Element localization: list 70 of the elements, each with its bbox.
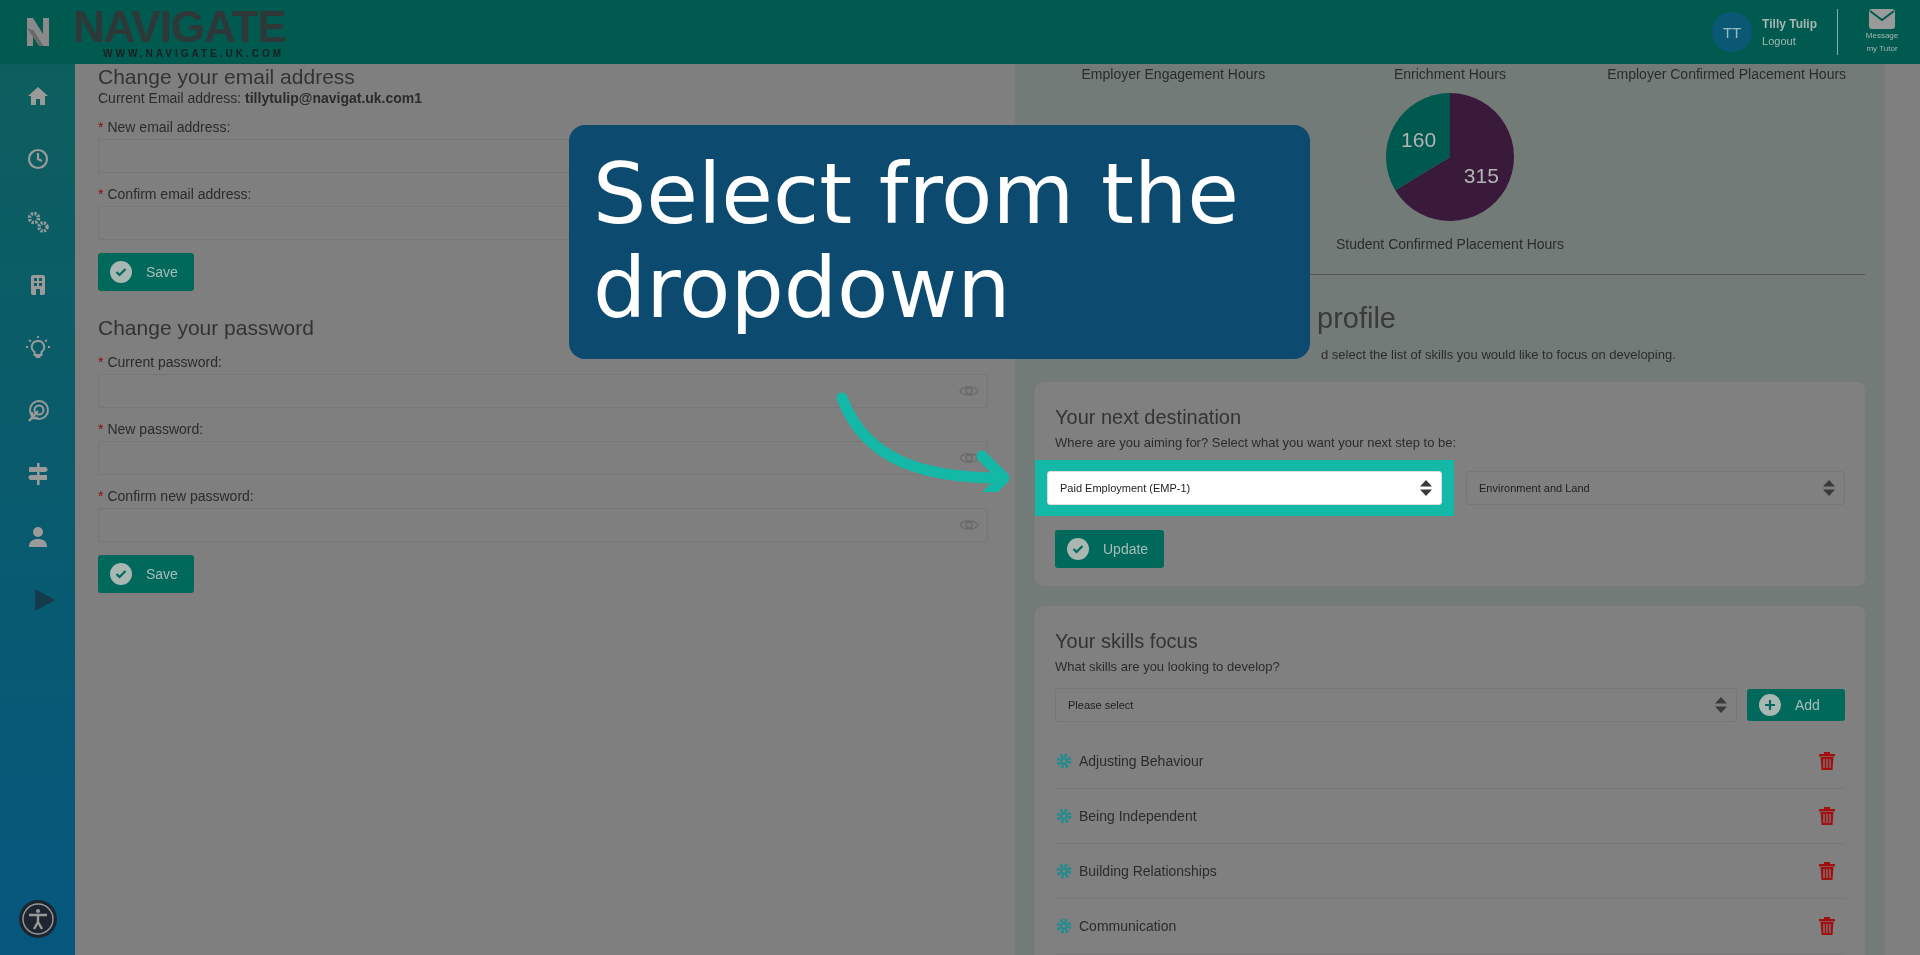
eye-icon[interactable] bbox=[959, 451, 979, 465]
play-icon[interactable] bbox=[34, 589, 55, 611]
chart-title: Enrichment Hours bbox=[1392, 66, 1507, 82]
slice-value: 160 bbox=[1401, 128, 1437, 152]
gear-icon bbox=[1055, 752, 1073, 770]
accessibility-icon[interactable] bbox=[17, 899, 58, 939]
required-mark: * bbox=[98, 421, 104, 437]
add-button[interactable]: Add bbox=[1747, 689, 1845, 721]
trash-icon[interactable] bbox=[1819, 862, 1835, 880]
skill-name: Adjusting Behaviour bbox=[1079, 753, 1205, 769]
lightbulb-icon[interactable] bbox=[25, 336, 50, 360]
check-circle-icon bbox=[110, 563, 132, 585]
gear-icon bbox=[1055, 862, 1073, 880]
field-label: Confirm email address: bbox=[107, 186, 252, 202]
sort-arrows-icon bbox=[1420, 480, 1432, 496]
logo-url: WWW.NAVIGATE.UK.COM bbox=[102, 49, 286, 59]
save-button[interactable]: Save bbox=[98, 253, 194, 291]
signpost-icon[interactable] bbox=[25, 462, 50, 486]
card-title: Your next destination bbox=[1055, 406, 1243, 429]
gear-icon bbox=[1055, 807, 1073, 825]
logo-icon bbox=[24, 16, 51, 48]
sort-arrows-icon bbox=[1715, 697, 1727, 713]
skill-name: Being Independent bbox=[1079, 808, 1198, 824]
dropdown[interactable]: Paid Employment (EMP-1) bbox=[1047, 471, 1442, 505]
sort-arrows-icon bbox=[1823, 480, 1835, 496]
card-prompt: Where are you aiming for? Select what you want your next step to be: bbox=[1055, 435, 1458, 450]
required-mark: * bbox=[98, 488, 104, 504]
required-mark: * bbox=[98, 119, 104, 135]
gears-icon[interactable] bbox=[25, 210, 50, 234]
input-field[interactable] bbox=[98, 441, 988, 475]
message-label[interactable]: Message bbox=[1865, 29, 1899, 42]
required-mark: * bbox=[98, 354, 104, 370]
chart-title: Employer Engagement Hours bbox=[1080, 66, 1267, 82]
card-prompt: What skills are you looking to develop? bbox=[1055, 659, 1281, 674]
current-email-text: Current Email address: tillytulip@navigat.uk.com1 bbox=[98, 90, 423, 106]
field-label: Current password: bbox=[107, 354, 222, 370]
section-heading: Change your email address bbox=[98, 64, 355, 90]
gear-icon bbox=[1055, 917, 1073, 935]
skill-name: Communication bbox=[1079, 918, 1178, 934]
chart-title: Student Confirmed Placement Hours bbox=[1335, 236, 1565, 252]
field-label: New email address: bbox=[107, 119, 231, 135]
required-mark: * bbox=[98, 186, 104, 202]
logout-link[interactable]: Logout bbox=[1762, 35, 1817, 47]
skill-name: Building Relationships bbox=[1079, 863, 1218, 879]
field-label: New password: bbox=[107, 421, 204, 437]
user-avatar[interactable]: TT bbox=[1712, 12, 1753, 52]
section-heading: Change your password bbox=[98, 315, 314, 341]
update-button[interactable]: Update bbox=[1055, 530, 1165, 568]
trash-icon[interactable] bbox=[1819, 917, 1835, 935]
field-label: Confirm new password: bbox=[107, 488, 254, 504]
clock-icon[interactable] bbox=[25, 147, 50, 171]
chart-title: Employer Confirmed Placement Hours bbox=[1606, 66, 1848, 82]
target-icon[interactable] bbox=[25, 399, 50, 423]
message-label[interactable]: my Tutor bbox=[1866, 42, 1898, 55]
section-heading: profile bbox=[1317, 301, 1397, 335]
user-name: Tilly Tulip bbox=[1762, 17, 1817, 31]
trash-icon[interactable] bbox=[1819, 807, 1835, 825]
slice-value: 315 bbox=[1463, 163, 1499, 187]
dropdown[interactable]: Please select bbox=[1055, 688, 1737, 722]
card-title: Your skills focus bbox=[1055, 630, 1199, 653]
dropdown[interactable]: Environment and Land bbox=[1466, 471, 1845, 505]
input-field[interactable] bbox=[98, 374, 988, 408]
plus-circle-icon bbox=[1759, 694, 1781, 716]
check-circle-icon bbox=[110, 261, 132, 283]
section-description: d select the list of skills you would like to focus on developing. bbox=[1321, 347, 1677, 362]
callout-tooltip: Select from the dropdown bbox=[569, 125, 1310, 359]
check-circle-icon bbox=[1067, 538, 1089, 560]
save-button[interactable]: Save bbox=[98, 555, 194, 593]
envelope-icon[interactable] bbox=[1869, 9, 1895, 29]
trash-icon[interactable] bbox=[1819, 752, 1835, 770]
